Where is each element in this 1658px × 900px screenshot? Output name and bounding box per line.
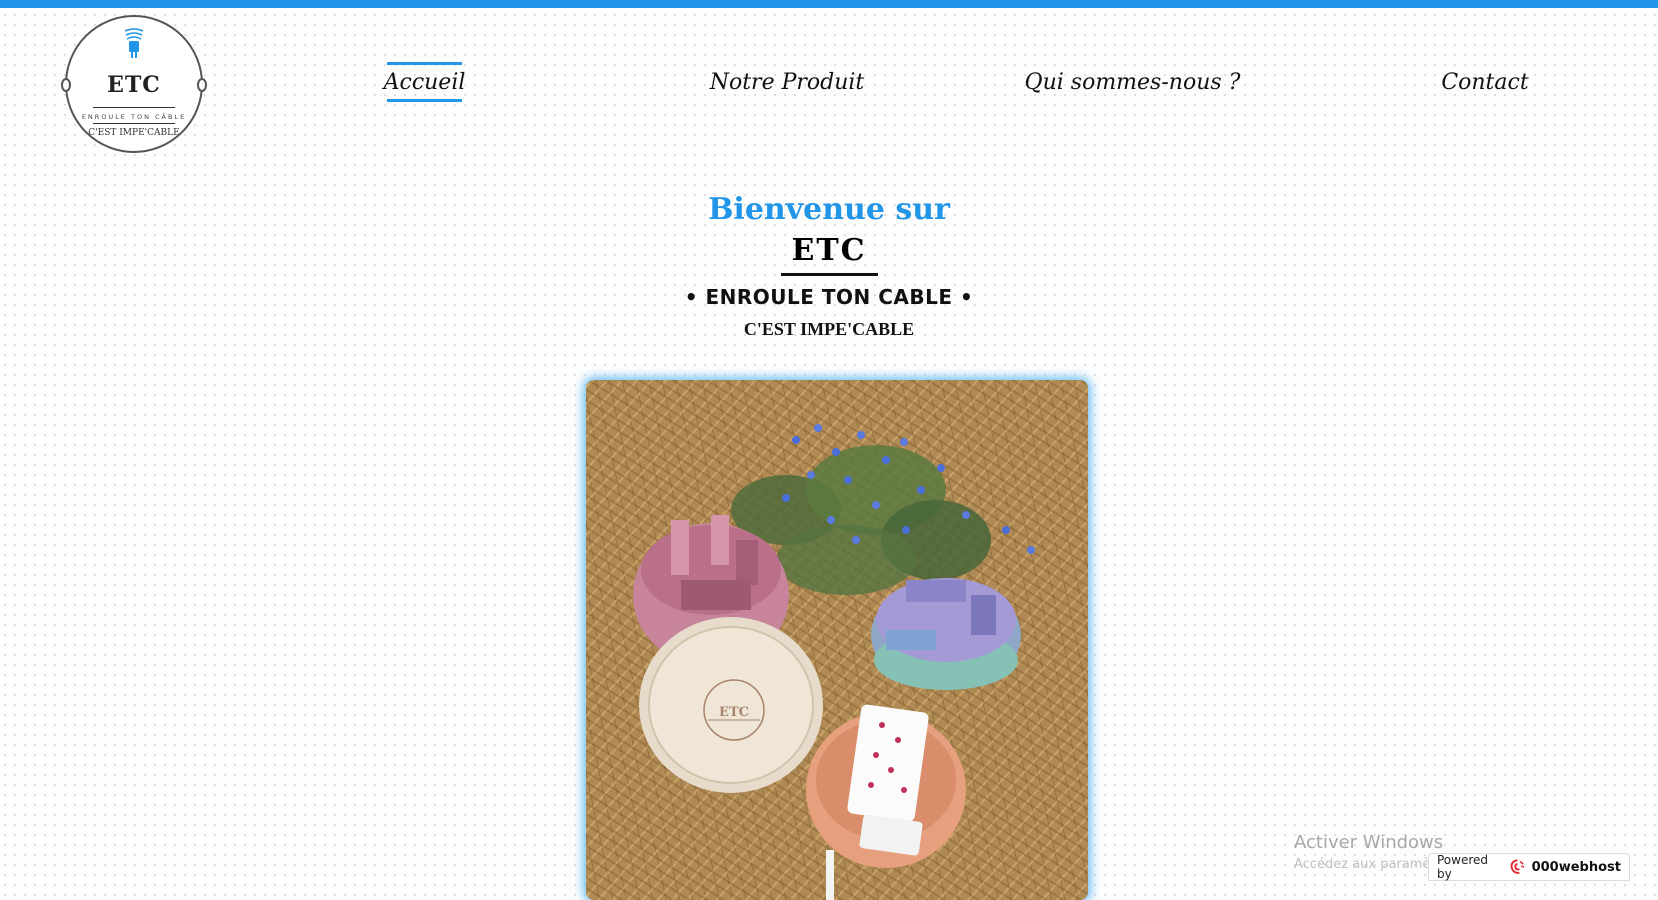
plug-icon — [124, 28, 144, 58]
wooden-box: ETC — [639, 617, 823, 793]
peach-holder-with-charger — [806, 704, 966, 900]
nav-item-contact[interactable]: Contact — [1441, 62, 1528, 102]
nav-item-qui-sommes-nous[interactable]: Qui sommes-nous ? — [1025, 62, 1241, 102]
activate-windows-title: Activer Windows — [1294, 832, 1444, 853]
logo-rule-bottom — [93, 123, 175, 124]
site-logo[interactable]: ETC ENROULE TON CÂBLE C'EST IMPE'CABLE — [61, 15, 207, 153]
host-name: 000webhost — [1531, 859, 1621, 875]
nav-item-notre-produit[interactable]: Notre Produit — [710, 62, 865, 102]
logo-brand: ETC — [107, 72, 161, 98]
top-accent-bar — [0, 0, 1658, 8]
logo-rule-top — [93, 107, 175, 108]
product-photo: ETC — [586, 380, 1088, 900]
hero-title: ETC — [791, 233, 867, 268]
product-photo-illustration: ETC — [633, 424, 1035, 900]
logo-subtitle: ENROULE TON CÂBLE — [81, 113, 187, 121]
welcome-heading: Bienvenue sur — [708, 192, 950, 227]
purple-cable-holder — [871, 578, 1021, 690]
hero-slogan: • ENROULE TON CABLE • — [684, 285, 974, 309]
powered-by-label: Powered by — [1437, 853, 1489, 881]
powered-by-badge[interactable]: Powered by 000webhost — [1428, 853, 1630, 881]
hero-tagline: C'EST IMPE'CABLE — [743, 319, 915, 339]
webhost-logo-icon — [1510, 859, 1524, 874]
hero-title-underline — [781, 273, 878, 276]
logo-tagline: C'EST IMPE'CABLE — [88, 128, 180, 138]
box-engraving: ETC — [719, 705, 749, 720]
nav-item-accueil[interactable]: Accueil — [384, 62, 465, 102]
